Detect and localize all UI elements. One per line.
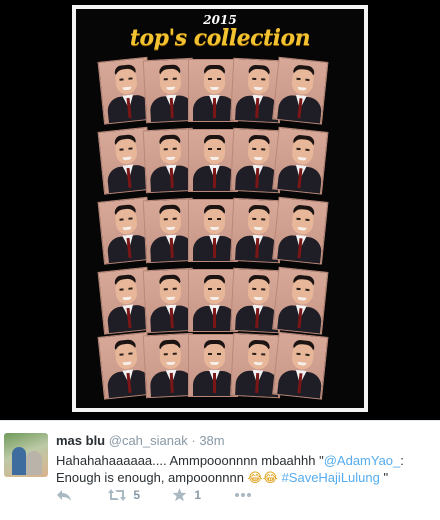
poster-background: 2015 top's collection	[76, 9, 364, 408]
portrait-face	[114, 138, 139, 166]
portrait-face	[290, 68, 315, 96]
portrait-face	[247, 68, 270, 95]
portrait-face	[204, 69, 225, 94]
tweet-text-part: "	[379, 470, 389, 485]
portrait-eyes	[208, 78, 221, 80]
star-icon	[172, 487, 187, 502]
tweet-text-part: Hahahahaaaaaa.... Ammpooonnnn mbaahhh "	[56, 453, 324, 468]
portrait-face	[204, 344, 225, 369]
avatar[interactable]	[4, 433, 48, 477]
favorite-button[interactable]: 1	[172, 487, 201, 502]
portrait-face	[114, 278, 139, 306]
timestamp[interactable]: 38m	[199, 433, 224, 448]
portrait-card	[272, 331, 329, 400]
poster-image: 2015 top's collection	[72, 5, 368, 412]
portrait-face	[290, 138, 315, 166]
portrait-face	[290, 208, 315, 236]
tweet-text: Hahahahaaaaaa.... Ammpooonnnn mbaahhh "@…	[56, 452, 436, 487]
portrait-face	[159, 343, 182, 370]
portrait-card	[272, 266, 329, 335]
portrait-face	[159, 208, 182, 235]
portrait-tie	[213, 308, 216, 328]
portrait-card	[272, 126, 329, 195]
tweet-actions: 5 1	[56, 487, 436, 507]
portrait-face	[247, 208, 270, 235]
portrait-face	[204, 209, 225, 234]
more-icon	[235, 492, 251, 497]
portrait-tie	[213, 168, 216, 188]
portrait-card	[272, 56, 329, 125]
avatar-figure	[26, 451, 42, 475]
avatar-figure	[12, 447, 26, 475]
more-button[interactable]	[234, 487, 252, 502]
portrait-face	[204, 279, 225, 304]
portrait-eyes	[208, 288, 221, 290]
retweet-button[interactable]: 5	[108, 487, 140, 502]
retweet-count: 5	[133, 487, 141, 502]
portrait-face	[247, 278, 270, 305]
portrait-face	[290, 278, 315, 306]
tweet-media[interactable]: 2015 top's collection	[0, 0, 440, 420]
portrait-eyes	[208, 148, 221, 150]
portrait-face	[159, 138, 182, 165]
portrait-face	[204, 139, 225, 164]
reply-button[interactable]	[56, 487, 72, 502]
portrait-tie	[213, 373, 216, 393]
user-handle[interactable]: @cah_sianak	[109, 433, 188, 448]
portrait-face	[247, 138, 270, 165]
portrait-face	[290, 343, 315, 371]
portrait-face	[114, 68, 139, 96]
tweet-header: mas blu @cah_sianak · 38m	[56, 433, 225, 448]
retweet-icon	[108, 488, 126, 501]
portrait-face	[159, 68, 182, 95]
laughing-emoji: 😂😂	[247, 471, 278, 486]
reply-icon	[57, 489, 71, 501]
portrait-card	[272, 196, 329, 265]
hashtag-link[interactable]: #SaveHajiLulung	[282, 470, 380, 485]
portrait-face	[159, 278, 182, 305]
portrait-face	[114, 208, 139, 236]
portrait-eyes	[208, 218, 221, 220]
portrait-face	[114, 343, 139, 371]
favorite-count: 1	[194, 487, 202, 502]
mention-link[interactable]: @AdamYao_	[324, 453, 401, 468]
portrait-card-grid	[76, 9, 364, 408]
portrait-tie	[213, 238, 216, 258]
portrait-tie	[213, 98, 216, 118]
portrait-eyes	[208, 353, 221, 355]
user-name[interactable]: mas blu	[56, 433, 105, 448]
separator-dot: ·	[191, 433, 196, 448]
tweet: mas blu @cah_sianak · 38m Hahahahaaaaaa.…	[0, 420, 440, 520]
portrait-face	[247, 343, 270, 370]
